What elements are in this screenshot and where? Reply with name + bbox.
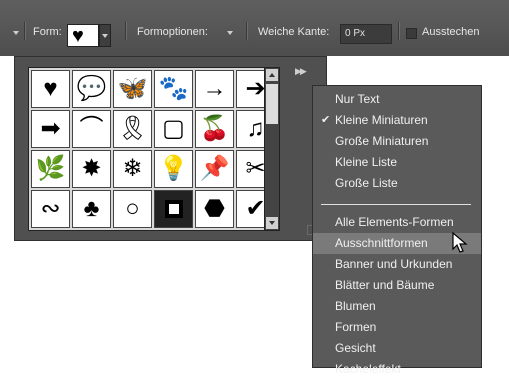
menu-item-label: Große Liste xyxy=(335,176,398,190)
feather-input[interactable]: 0 Px xyxy=(340,24,392,44)
menu-item-label: Kleine Liste xyxy=(335,155,398,169)
menu-item-label: Blätter und Bäume xyxy=(335,278,435,292)
toolbar-divider xyxy=(125,22,127,40)
cutout-label: Ausstechen xyxy=(422,26,480,38)
menu-item[interactable]: Große Miniaturen xyxy=(313,131,481,152)
shape-cell[interactable]: ⬣ xyxy=(195,190,234,228)
shape-cell[interactable]: 💬 xyxy=(72,70,111,108)
menu-item-label: Kleine Miniaturen xyxy=(335,113,428,127)
shape-cell[interactable]: ⌒ xyxy=(72,110,111,148)
menu-item[interactable]: Alle Elements-Formen xyxy=(313,212,481,233)
view-menu: Nur Text ✔ Kleine Miniaturen Große Miniatur… xyxy=(312,85,482,376)
shape-picker-dropdown[interactable] xyxy=(99,24,111,47)
shape-cell[interactable]: ∾ xyxy=(31,190,70,228)
menu-separator xyxy=(321,204,471,205)
menu-item[interactable]: Blätter und Bäume xyxy=(313,275,481,296)
toolbar-divider xyxy=(24,22,26,40)
square-frame-icon xyxy=(164,200,183,218)
menu-item-label: Blumen xyxy=(335,299,376,313)
toolbar-divider xyxy=(246,22,248,40)
shape-cell[interactable]: ♣ xyxy=(72,190,111,228)
shape-cell[interactable]: ✸ xyxy=(72,150,111,188)
menu-item-label: Banner und Urkunden xyxy=(335,257,453,271)
mouse-cursor-icon xyxy=(452,232,468,253)
panel-menu-icon[interactable]: ▶▶ xyxy=(295,66,307,77)
menu-item[interactable]: Formen xyxy=(313,317,481,338)
shape-cell[interactable]: 🍒 xyxy=(195,110,234,148)
heart-icon: ♥ xyxy=(72,25,84,47)
tool-preset-arrow-icon[interactable] xyxy=(13,31,19,35)
shape-cell[interactable]: ○ xyxy=(113,190,152,228)
scroll-thumb[interactable] xyxy=(266,84,278,124)
scroll-up-button[interactable] xyxy=(266,69,278,81)
menu-item[interactable]: Kleine Liste xyxy=(313,152,481,173)
menu-item-label: Kacheleffekt xyxy=(335,362,401,376)
shape-picker-panel: ♥ 💬 🦋 🐾 → ➔ ➡ ⌒ 🎗 ▢ 🍒 ♫ 🌿 ✸ ❄ 💡 📌 ✂ ∾ ♣ ○ ⬣ ✔ ▶▶ xyxy=(14,56,327,241)
toolbar-divider xyxy=(398,22,400,40)
shape-picker[interactable]: ♥ xyxy=(67,24,99,47)
shape-cell[interactable]: ▢ xyxy=(154,110,193,148)
shape-grid: ♥ 💬 🦋 🐾 → ➔ ➡ ⌒ 🎗 ▢ 🍒 ♫ 🌿 ✸ ❄ 💡 📌 ✂ ∾ ♣ ○ ⬣ ✔ xyxy=(28,67,278,231)
shape-options-label: Formoptionen: xyxy=(137,26,208,38)
shape-cell[interactable]: ❄ xyxy=(113,150,152,188)
menu-item[interactable]: Blumen xyxy=(313,296,481,317)
menu-item[interactable]: Nur Text xyxy=(313,89,481,110)
shape-cell[interactable]: 💡 xyxy=(154,150,193,188)
shape-cell[interactable]: ♥ xyxy=(31,70,70,108)
shape-cell[interactable]: 🦋 xyxy=(113,70,152,108)
scroll-down-button[interactable] xyxy=(266,217,278,229)
menu-item-label: Ausschnittformen xyxy=(335,236,428,250)
shape-scrollbar[interactable] xyxy=(264,67,280,231)
menu-item[interactable]: Banner und Urkunden xyxy=(313,254,481,275)
shape-cell[interactable]: ➡ xyxy=(31,110,70,148)
checkmark-icon: ✔ xyxy=(321,114,331,126)
chevron-down-icon xyxy=(102,34,108,38)
menu-item[interactable]: Gesicht xyxy=(313,338,481,359)
menu-item-label: Formen xyxy=(335,320,377,334)
shape-cell[interactable]: 🌿 xyxy=(31,150,70,188)
menu-item[interactable]: Große Liste xyxy=(313,173,481,194)
feather-label: Weiche Kante: xyxy=(258,26,330,38)
menu-item[interactable]: ✔ Kleine Miniaturen xyxy=(313,110,481,131)
shape-cell[interactable]: 🎗 xyxy=(113,110,152,148)
shape-cell[interactable] xyxy=(154,190,193,228)
shape-cell[interactable]: 📌 xyxy=(195,150,234,188)
menu-item-label: Gesicht xyxy=(335,341,376,355)
menu-item-label: Nur Text xyxy=(335,92,380,106)
shape-cell[interactable]: → xyxy=(195,70,234,108)
shape-cell[interactable]: 🐾 xyxy=(154,70,193,108)
options-bar: Form: ♥ Formoptionen: Weiche Kante: 0 Px… xyxy=(0,0,509,56)
menu-item[interactable]: Kacheleffekt xyxy=(313,359,481,380)
menu-item-label: Alle Elements-Formen xyxy=(335,215,454,229)
menu-item-label: Große Miniaturen xyxy=(335,134,429,148)
cutout-checkbox[interactable] xyxy=(406,28,417,39)
shape-label: Form: xyxy=(33,26,62,38)
shape-options-dropdown-icon[interactable] xyxy=(227,31,233,35)
